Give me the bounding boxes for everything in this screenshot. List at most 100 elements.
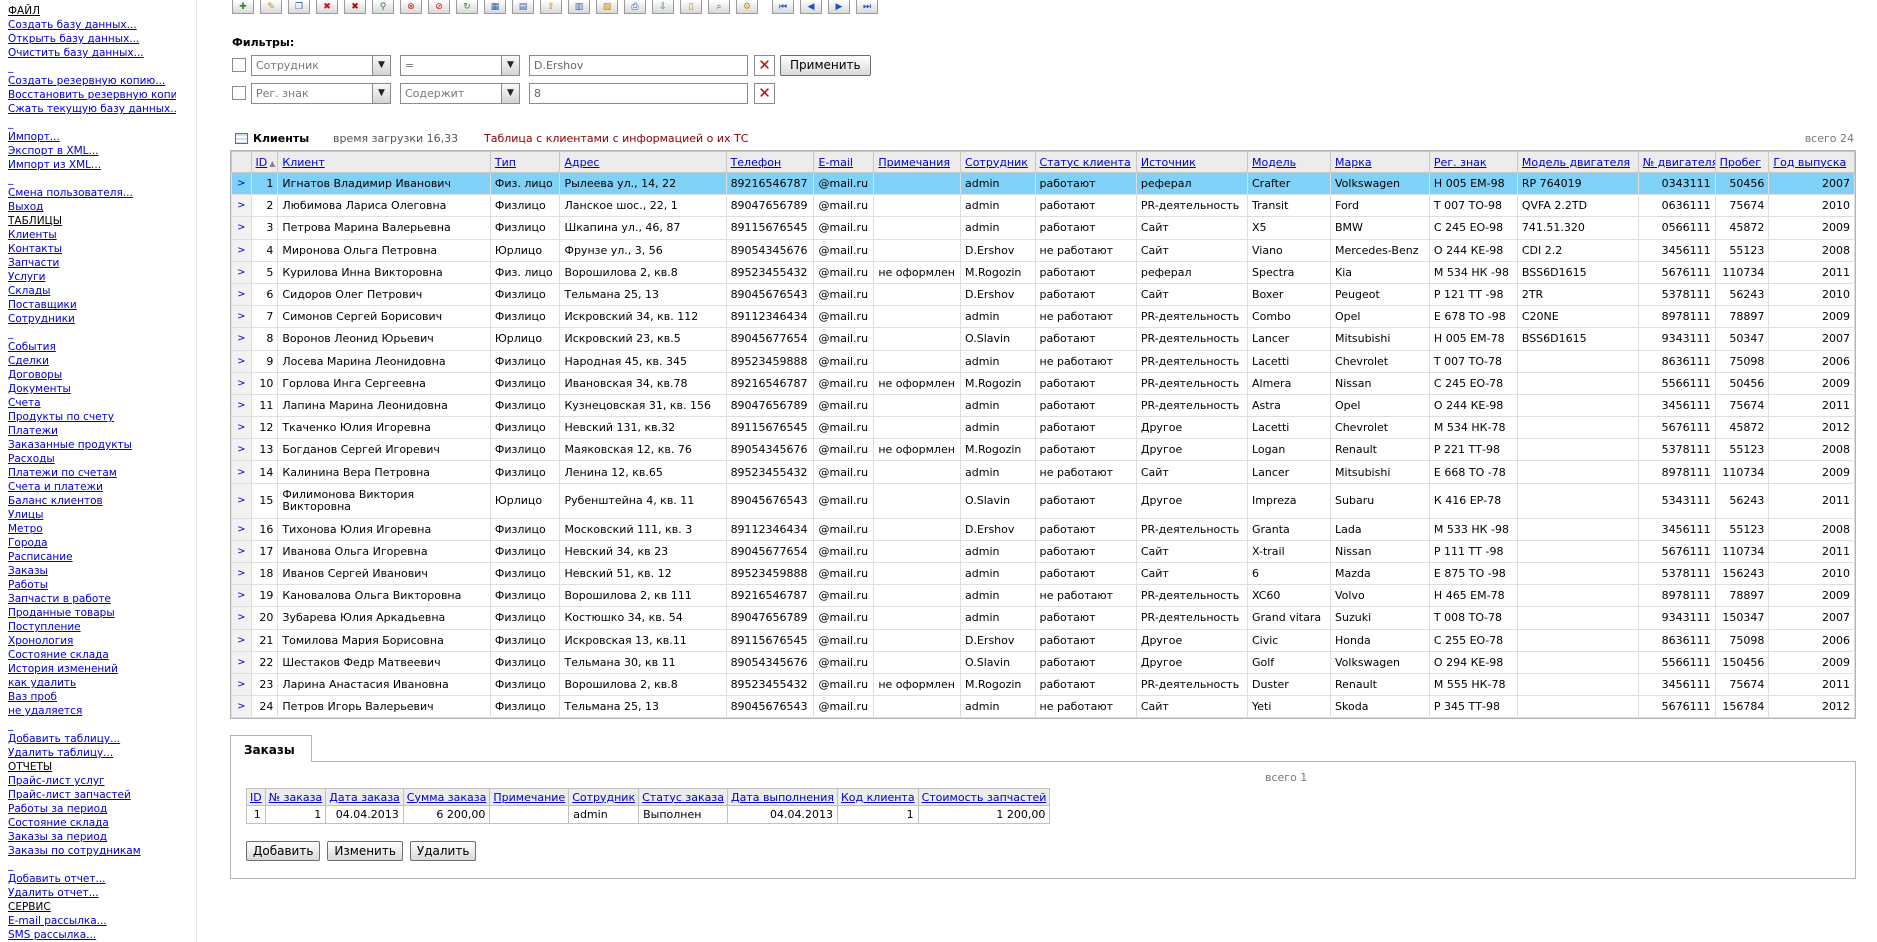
menu-link[interactable]: Выход — [8, 200, 176, 214]
filter-2-value-input[interactable] — [529, 82, 748, 104]
row-selector[interactable]: > — [231, 371, 252, 395]
toolbar-button[interactable]: ⎙ — [624, 0, 646, 14]
menu-link[interactable]: Счета и платежи — [8, 480, 176, 494]
menu-link[interactable]: Удалить отчет... — [8, 886, 176, 900]
table-row[interactable]: >13 Богданов Сергей Игоревич Физлицо Маяков… — [231, 438, 1855, 462]
toolbar-button[interactable]: ⊘ — [428, 0, 450, 14]
row-selector[interactable]: > — [231, 482, 252, 519]
toolbar-button[interactable]: ▶ — [828, 0, 850, 14]
menu-link[interactable]: Хронология — [8, 634, 176, 648]
column-header-link[interactable]: Марка — [1335, 156, 1372, 169]
toolbar-button[interactable]: ⚙ — [736, 0, 758, 14]
menu-link[interactable]: SMS рассылка... — [8, 928, 176, 942]
toolbar-button[interactable]: ▯ — [680, 0, 702, 14]
menu-link[interactable]: Клиенты — [8, 228, 176, 242]
row-selector[interactable]: > — [231, 539, 252, 564]
toolbar-button[interactable]: ✎ — [260, 0, 282, 14]
column-header[interactable]: Код клиента — [837, 788, 919, 806]
column-header-link[interactable]: Статус заказа — [642, 791, 724, 804]
row-selector[interactable]: > — [231, 650, 252, 674]
column-header-link[interactable]: E-mail — [818, 156, 853, 169]
menu-link[interactable]: Состояние склада — [8, 816, 176, 830]
row-selector[interactable]: > — [231, 171, 252, 196]
menu-link[interactable]: Платежи — [8, 424, 176, 438]
row-selector[interactable]: > — [231, 305, 252, 329]
menu-link[interactable]: Прайс-лист запчастей — [8, 788, 176, 802]
menu-link[interactable]: Заказы за период — [8, 830, 176, 844]
column-header[interactable]: ID ▲ — [250, 151, 279, 173]
column-header-link[interactable]: Модель — [1252, 156, 1296, 169]
menu-link[interactable]: Удалить таблицу... — [8, 746, 176, 760]
toolbar-button[interactable]: ▧ — [596, 0, 618, 14]
table-row[interactable]: >2 Любимова Лариса Олеговна Физлицо Ланское… — [231, 194, 1855, 218]
column-header[interactable]: Тип — [489, 151, 561, 173]
column-header[interactable]: Пробег — [1714, 151, 1770, 173]
toolbar-button[interactable]: ⇪ — [540, 0, 562, 14]
menu-link[interactable]: Добавить отчет... — [8, 872, 176, 886]
delete-order-button[interactable]: Удалить — [409, 841, 477, 861]
menu-link[interactable]: Состояние склада — [8, 648, 176, 662]
filter-1-checkbox[interactable] — [232, 58, 246, 72]
chevron-down-icon[interactable]: ▼ — [501, 83, 519, 103]
menu-link[interactable]: E-mail рассылка... — [8, 914, 176, 928]
toolbar-button[interactable]: ⊗ — [400, 0, 422, 14]
menu-link[interactable]: Документы — [8, 382, 176, 396]
column-header-link[interactable]: Тип — [495, 156, 516, 169]
column-header-link[interactable]: Клиент — [282, 156, 324, 169]
menu-link[interactable]: Улицы — [8, 508, 176, 522]
column-header[interactable]: Примечания — [873, 151, 962, 173]
filter-2-operator-select[interactable]: Содержит ▼ — [400, 82, 520, 104]
menu-link[interactable]: Заказы — [8, 564, 176, 578]
table-row[interactable]: >11 Лапина Марина Леонидовна Физлицо Кузнец… — [231, 393, 1855, 418]
menu-link[interactable]: как удалить — [8, 676, 176, 690]
menu-link[interactable]: Прайс-лист услуг — [8, 774, 176, 788]
menu-link[interactable]: Открыть базу данных... — [8, 32, 176, 46]
menu-link[interactable]: Поставщики — [8, 298, 176, 312]
add-order-button[interactable]: Добавить — [246, 841, 321, 861]
table-row[interactable]: >14 Калинина Вера Петровна Физлицо Ленина 1… — [231, 460, 1855, 484]
menu-link[interactable]: Ваз проб — [8, 690, 176, 704]
menu-link[interactable]: Создать базу данных... — [8, 18, 176, 32]
tab-orders[interactable]: Заказы — [230, 735, 312, 762]
table-row[interactable]: >20 Зубарева Юлия Аркадьевна Физлицо Костюш… — [231, 606, 1855, 630]
menu-link[interactable]: Заказы по сотрудникам — [8, 844, 176, 858]
row-selector[interactable]: > — [231, 238, 252, 262]
menu-link[interactable]: Счета — [8, 396, 176, 410]
toolbar-button[interactable]: ⚲ — [372, 0, 394, 14]
menu-link[interactable]: Работы за период — [8, 802, 176, 816]
column-header-link[interactable]: № двигателя — [1643, 156, 1714, 169]
table-row[interactable]: >18 Иванов Сергей Иванович Физлицо Невский … — [231, 561, 1855, 586]
toolbar-button[interactable]: ❐ — [288, 0, 310, 14]
row-selector[interactable]: > — [231, 606, 252, 630]
row-selector[interactable]: > — [231, 561, 252, 586]
toolbar-button[interactable]: ⇩ — [652, 0, 674, 14]
column-header-link[interactable]: Сотрудник — [572, 791, 635, 804]
menu-link[interactable]: Смена пользователя... — [8, 186, 176, 200]
menu-link[interactable]: События — [8, 340, 176, 354]
menu-link[interactable]: Контакты — [8, 242, 176, 256]
table-row[interactable]: >21 Томилова Мария Борисовна Физлицо Искров… — [231, 628, 1855, 652]
row-selector[interactable]: > — [231, 282, 252, 307]
row-selector[interactable]: > — [231, 584, 252, 608]
filter-1-operator-select[interactable]: = ▼ — [400, 54, 520, 76]
table-row[interactable]: >23 Ларина Анастасия Ивановна Физлицо Ворош… — [231, 672, 1855, 697]
menu-link[interactable]: Поступление — [8, 620, 176, 634]
menu-link[interactable]: не удаляется — [8, 704, 176, 718]
column-header-link[interactable]: Адрес — [564, 156, 599, 169]
filter-1-remove-button[interactable]: ✕ — [754, 54, 775, 76]
menu-link[interactable]: Договоры — [8, 368, 176, 382]
table-row[interactable]: >5 Курилова Инна Викторовна Физ. лицо Ворош… — [231, 260, 1855, 284]
toolbar-button[interactable]: ✖ — [316, 0, 338, 14]
column-header-link[interactable]: Источник — [1141, 156, 1196, 169]
column-header-link[interactable]: Рег. знак — [1434, 156, 1487, 169]
filter-1-field-select[interactable]: Сотрудник ▼ — [251, 54, 391, 76]
column-header-link[interactable]: ID — [250, 791, 262, 804]
menu-link[interactable]: Расписание — [8, 550, 176, 564]
table-row[interactable]: >22 Шестаков Федр Матвеевич Физлицо Тельман… — [231, 650, 1855, 674]
table-row[interactable]: 1 1 04.04.2013 6 200,00 admin Выполнен 04.04.2… — [246, 805, 1051, 824]
column-header[interactable]: Год выпуска — [1768, 151, 1855, 173]
column-header[interactable]: Клиент — [277, 151, 491, 173]
menu-link[interactable]: Запчасти в работе — [8, 592, 176, 606]
toolbar-button[interactable]: ▤ — [512, 0, 534, 14]
row-selector[interactable]: > — [231, 460, 252, 484]
